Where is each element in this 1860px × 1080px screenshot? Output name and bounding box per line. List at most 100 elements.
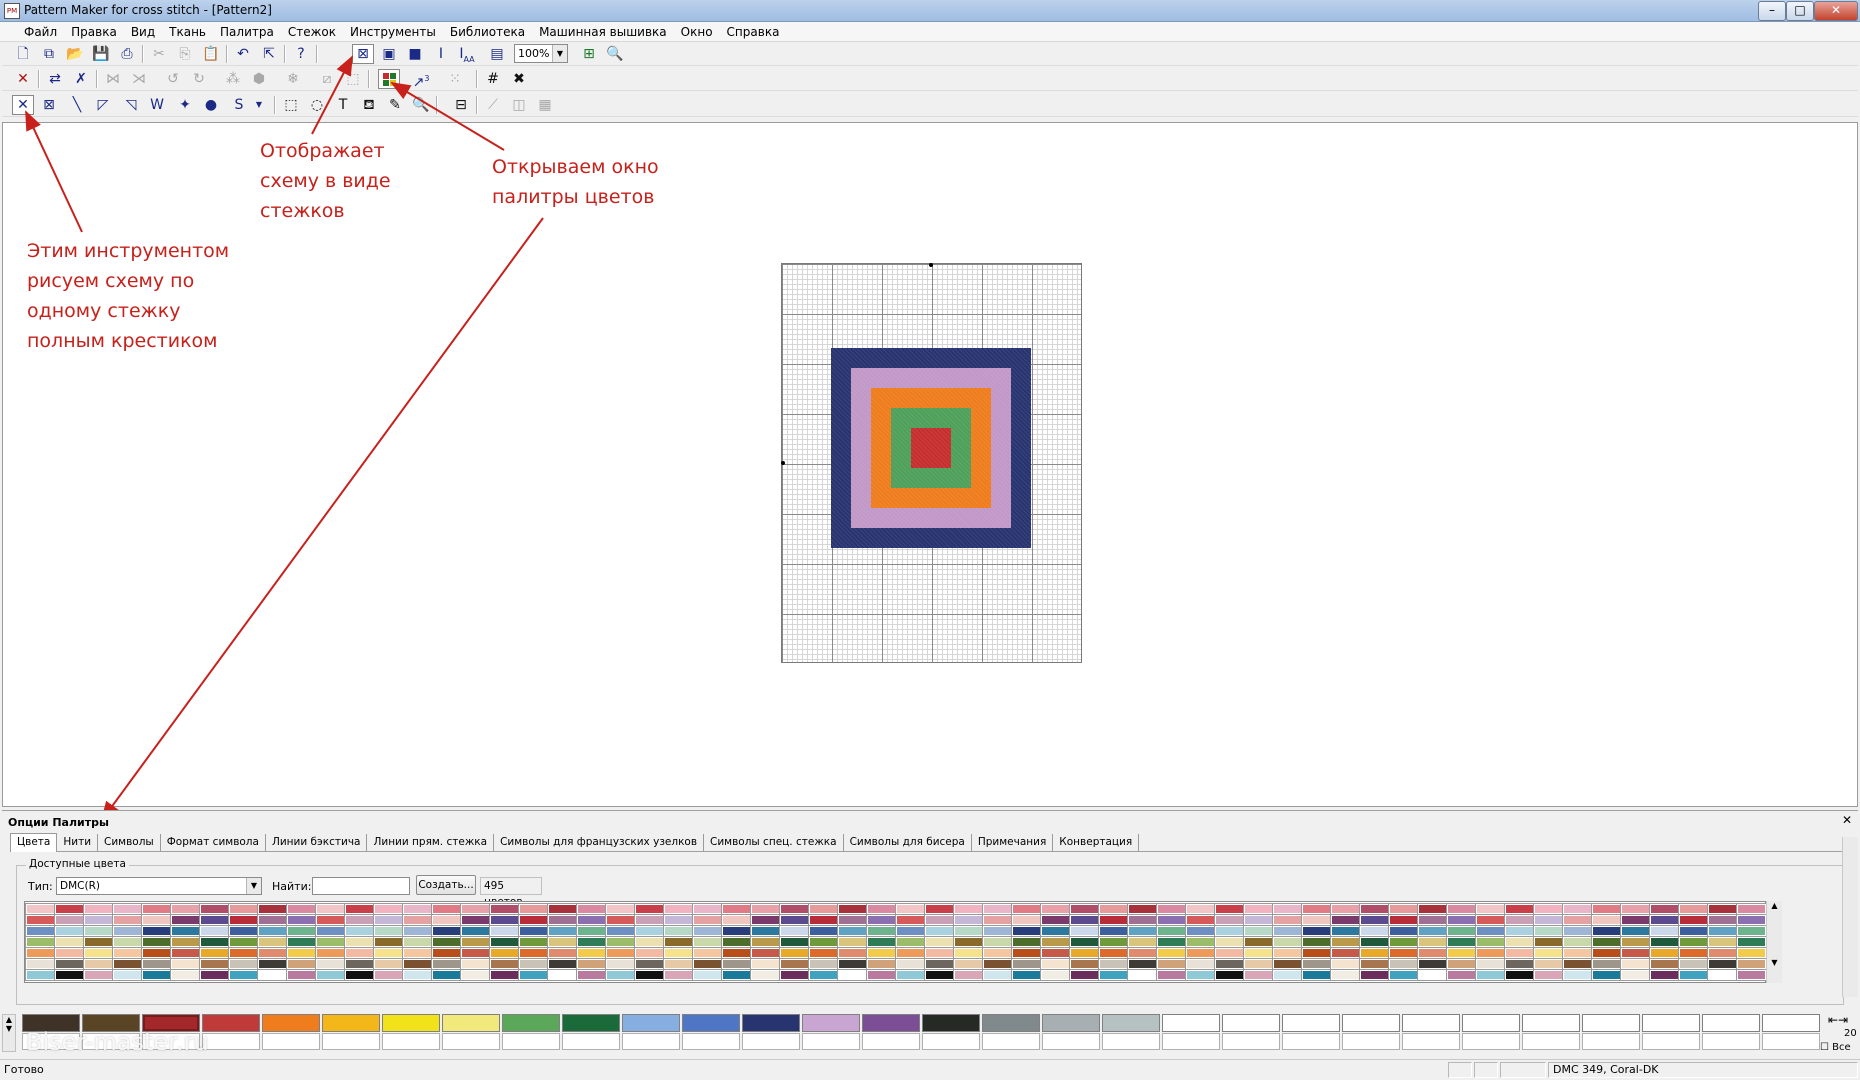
palette-color-cell[interactable] (682, 1014, 740, 1032)
color-swatch[interactable] (721, 947, 752, 959)
palette-symbol-cell[interactable] (322, 1033, 380, 1050)
color-swatch[interactable] (518, 969, 549, 981)
color-swatch[interactable] (83, 969, 114, 981)
color-swatch[interactable] (257, 914, 288, 926)
color-swatch[interactable] (402, 914, 433, 926)
color-swatch[interactable] (1562, 925, 1593, 937)
color-swatch[interactable] (1533, 936, 1564, 948)
color-swatch[interactable] (1156, 969, 1187, 981)
color-swatch[interactable] (1214, 914, 1245, 926)
color-swatch[interactable] (286, 925, 317, 937)
color-swatch[interactable] (982, 958, 1013, 970)
tab-backstitch-lines[interactable]: Линии бэкстича (266, 834, 368, 851)
color-swatch[interactable] (1620, 936, 1651, 948)
color-swatch[interactable] (315, 925, 346, 937)
color-swatch[interactable] (1591, 969, 1622, 981)
color-swatch[interactable] (1098, 936, 1129, 948)
color-swatch[interactable] (1098, 903, 1129, 915)
color-swatch[interactable] (402, 903, 433, 915)
color-swatch[interactable] (1736, 925, 1767, 937)
color-swatch[interactable] (1330, 903, 1361, 915)
color-swatch[interactable] (1649, 936, 1680, 948)
palette-symbol-cell[interactable] (1342, 1033, 1400, 1050)
color-swatch[interactable] (1620, 903, 1651, 915)
tab-conversion[interactable]: Конвертация (1053, 834, 1140, 851)
color-swatch[interactable] (1098, 947, 1129, 959)
color-swatch[interactable] (286, 903, 317, 915)
minimize-button[interactable]: – (1758, 1, 1786, 21)
available-colors-grid[interactable] (24, 901, 1767, 983)
palette-color-cell[interactable] (1582, 1014, 1640, 1032)
color-swatch[interactable] (1678, 947, 1709, 959)
color-swatch[interactable] (1214, 947, 1245, 959)
type-select[interactable]: DMC(R) ▼ (56, 877, 262, 895)
color-swatch[interactable] (1446, 936, 1477, 948)
color-swatch[interactable] (83, 958, 114, 970)
color-swatch[interactable] (286, 969, 317, 981)
text-tool-icon[interactable]: T (332, 95, 354, 115)
color-swatch[interactable] (1620, 925, 1651, 937)
color-swatch[interactable] (982, 925, 1013, 937)
color-swatch[interactable] (199, 936, 230, 948)
color-swatch[interactable] (634, 903, 665, 915)
palette-symbol-cell[interactable] (1102, 1033, 1160, 1050)
color-swatch[interactable] (1475, 947, 1506, 959)
strip-scroll[interactable]: ▲ ▼ (2, 1014, 16, 1052)
tab-symbol-format[interactable]: Формат символа (161, 834, 266, 851)
color-swatch[interactable] (1243, 947, 1274, 959)
color-swatch[interactable] (1243, 903, 1274, 915)
close-icon[interactable]: ✕ (1840, 814, 1854, 827)
color-swatch[interactable] (1591, 914, 1622, 926)
color-swatch[interactable] (1475, 958, 1506, 970)
palette-symbol-cell[interactable] (1642, 1033, 1700, 1050)
colors-scrollbar[interactable]: ▲ ▼ (1766, 901, 1782, 983)
color-swatch[interactable] (866, 947, 897, 959)
color-swatch[interactable] (141, 903, 172, 915)
color-swatch[interactable] (895, 903, 926, 915)
color-swatch[interactable] (1359, 947, 1390, 959)
stitch-w-icon[interactable]: W (146, 95, 168, 115)
color-swatch[interactable] (837, 914, 868, 926)
color-swatch[interactable] (402, 969, 433, 981)
new-icon[interactable]: 🗋 (12, 44, 34, 64)
palette-symbol-cell[interactable] (1762, 1033, 1820, 1050)
palette-color-cell[interactable] (1042, 1014, 1100, 1032)
color-swatch[interactable] (199, 958, 230, 970)
color-swatch[interactable] (1011, 958, 1042, 970)
color-swatch[interactable] (1707, 969, 1738, 981)
color-swatch[interactable] (692, 914, 723, 926)
color-swatch[interactable] (54, 969, 85, 981)
color-swatch[interactable] (1185, 903, 1216, 915)
color-swatch[interactable] (1417, 903, 1448, 915)
text-cursor-icon[interactable]: I (430, 44, 452, 64)
color-swatch[interactable] (634, 947, 665, 959)
color-swatch[interactable] (286, 947, 317, 959)
color-swatch[interactable] (808, 903, 839, 915)
color-swatch[interactable] (1678, 925, 1709, 937)
color-swatch[interactable] (1330, 925, 1361, 937)
color-swatch[interactable] (1040, 969, 1071, 981)
color-swatch[interactable] (692, 936, 723, 948)
color-swatch[interactable] (1185, 914, 1216, 926)
color-swatch[interactable] (402, 936, 433, 948)
color-swatch[interactable] (402, 925, 433, 937)
color-swatch[interactable] (1040, 936, 1071, 948)
pattern-icon[interactable]: ⁂ (222, 69, 244, 89)
color-swatch[interactable] (1417, 914, 1448, 926)
special-stitch-icon[interactable]: S (228, 95, 250, 115)
color-swatch[interactable] (1649, 969, 1680, 981)
export-icon[interactable]: ⇱ (258, 44, 280, 64)
color-swatch[interactable] (547, 903, 578, 915)
palette-color-cell[interactable] (802, 1014, 860, 1032)
page-icon[interactable]: ▤ (486, 44, 508, 64)
color-swatch[interactable] (1127, 958, 1158, 970)
palette-color-cell[interactable] (322, 1014, 380, 1032)
open-icon[interactable]: 📂 (64, 44, 86, 64)
palette-symbol-cell[interactable] (682, 1033, 740, 1050)
color-swatch[interactable] (460, 925, 491, 937)
color-swatch[interactable] (605, 925, 636, 937)
color-swatch[interactable] (1388, 947, 1419, 959)
color-swatch[interactable] (1620, 947, 1651, 959)
color-swatch[interactable] (489, 947, 520, 959)
color-swatch[interactable] (663, 925, 694, 937)
